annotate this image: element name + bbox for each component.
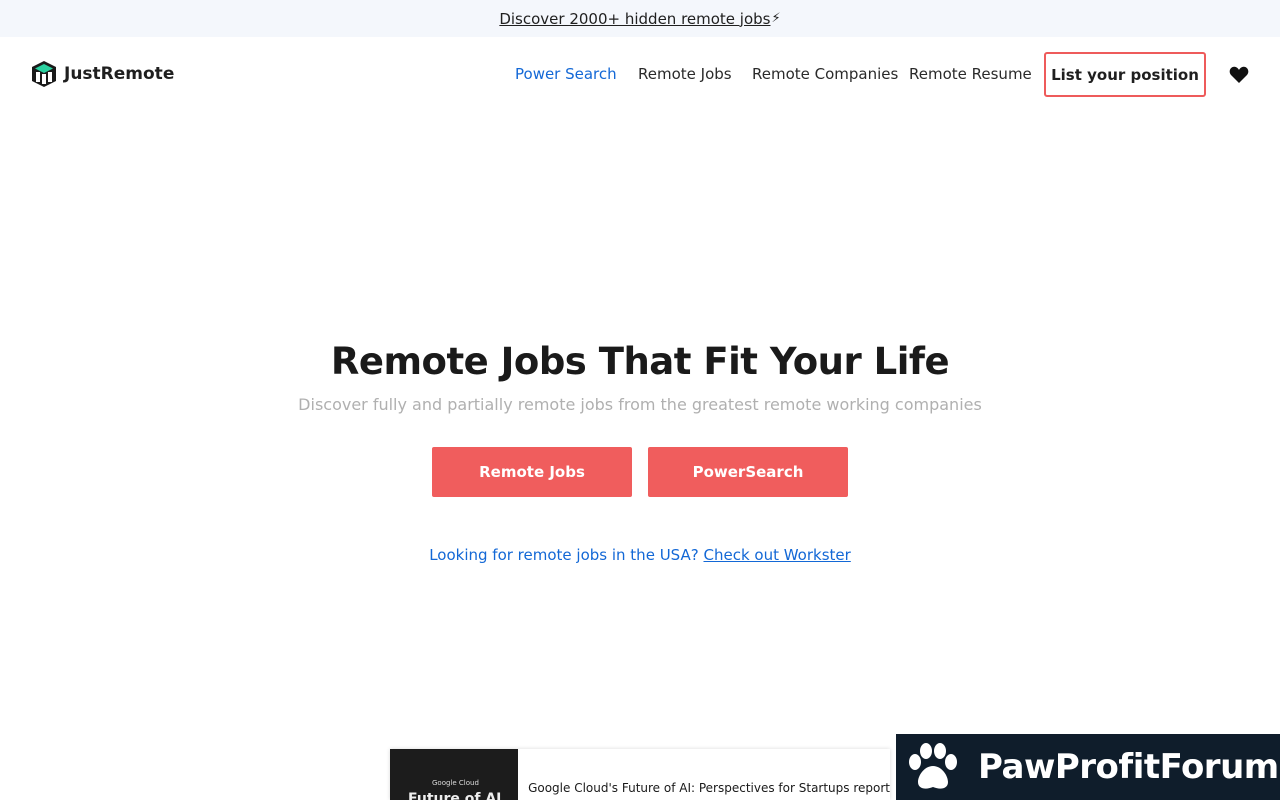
heart-icon[interactable] — [1229, 66, 1249, 84]
logo[interactable]: JustRemote — [31, 60, 174, 88]
logo-text: JustRemote — [64, 64, 175, 84]
bolt-icon: ⚡ — [771, 11, 781, 26]
watermark-banner: PawProfitForum — [896, 734, 1280, 800]
hero-title: Remote Jobs That Fit Your Life — [330, 340, 950, 383]
nav-remote-companies[interactable]: Remote Companies — [752, 65, 898, 83]
nav-remote-resume[interactable]: Remote Resume — [909, 65, 1032, 83]
watermark-text: PawProfitForum — [978, 747, 1279, 787]
ad-text: Google Cloud's Future of AI: Perspective… — [528, 781, 890, 795]
ad-thumbnail: Google Cloud Future of AI — [390, 749, 519, 800]
ad-thumb-title: Future of AI — [408, 791, 502, 800]
list-position-button[interactable]: List your position — [1044, 52, 1206, 97]
top-navigation: JustRemote Power Search Remote Jobs Remo… — [0, 37, 1280, 113]
workster-link[interactable]: Check out Workster — [703, 546, 850, 564]
nav-power-search[interactable]: Power Search — [515, 65, 617, 83]
remote-jobs-button[interactable]: Remote Jobs — [432, 447, 632, 497]
hero-subtitle: Discover fully and partially remote jobs… — [298, 395, 982, 414]
announcement-bar: Discover 2000+ hidden remote jobs ⚡ — [0, 0, 1280, 37]
hero-section: Remote Jobs That Fit Your Life Discover … — [0, 340, 1280, 414]
usa-jobs-text: Looking for remote jobs in the USA? — [429, 546, 699, 564]
ad-thumb-brand: Google Cloud — [432, 779, 479, 787]
paw-icon — [909, 743, 957, 789]
ad-card[interactable]: Google Cloud Future of AI Google Cloud's… — [390, 749, 890, 800]
announcement-link[interactable]: Discover 2000+ hidden remote jobs — [499, 10, 770, 28]
nav-remote-jobs[interactable]: Remote Jobs — [638, 65, 732, 83]
usa-jobs-note: Looking for remote jobs in the USA? Chec… — [0, 546, 1280, 564]
powersearch-button[interactable]: PowerSearch — [648, 447, 848, 497]
logo-icon — [32, 61, 56, 87]
